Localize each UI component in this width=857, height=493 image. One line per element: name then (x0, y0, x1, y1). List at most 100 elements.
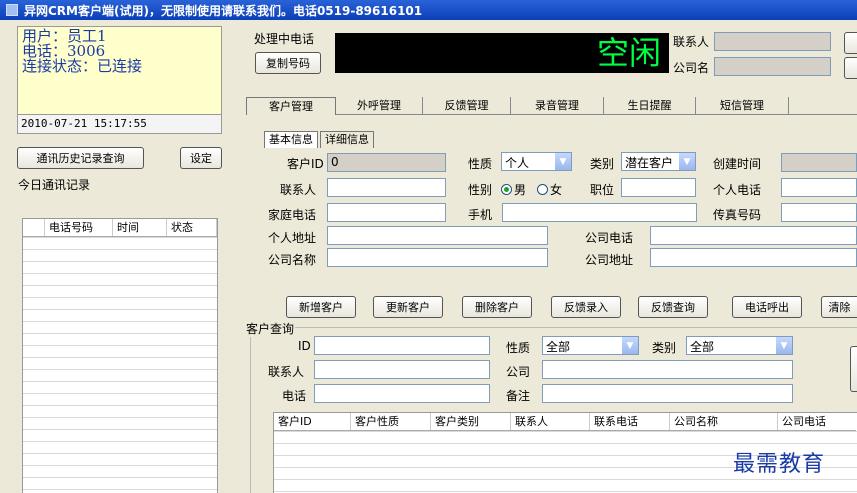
col-customer-id[interactable]: 客户ID (274, 413, 351, 430)
subtab-basic-info[interactable]: 基本信息 (264, 131, 318, 148)
created-time-label: 创建时间 (713, 157, 762, 171)
personal-phone-label: 个人电话 (713, 183, 762, 197)
header-company-field (714, 57, 831, 76)
today-records-title: 今日通讯记录 (18, 178, 91, 192)
company-name-field[interactable] (327, 248, 548, 267)
query-category-label: 类别 (652, 341, 677, 355)
delete-customer-button[interactable]: 删除客户 (462, 296, 532, 318)
phone-call-out-button[interactable]: 电话呼出 (732, 296, 802, 318)
gender-female-radio[interactable]: 女 (537, 181, 562, 198)
customer-id-field: 0 (327, 153, 446, 172)
query-company-label: 公司 (506, 365, 531, 379)
feedback-query-button[interactable]: 反馈查询 (638, 296, 708, 318)
query-phone-field[interactable] (314, 384, 490, 403)
gender-male-radio[interactable]: 男 (501, 181, 526, 198)
company-phone-field[interactable] (650, 226, 857, 245)
left-panel: 用户：员工1 电话：3006 连接状态：已连接 2010-07-21 15:17… (0, 20, 240, 493)
clear-button[interactable]: 清除 (821, 296, 857, 318)
query-table-header: 客户ID 客户性质 客户类别 联系人 联系电话 公司名称 公司电话 (274, 413, 856, 431)
mobile-label: 手机 (468, 208, 493, 222)
query-category-value: 全部 (690, 340, 715, 354)
col-contact[interactable]: 联系人 (511, 413, 590, 430)
home-phone-field[interactable] (327, 203, 446, 222)
nature-label: 性质 (468, 157, 493, 171)
personal-address-field[interactable] (327, 226, 548, 245)
sub-tabs: 基本信息 详细信息 (264, 131, 376, 148)
personal-phone-field[interactable] (781, 178, 857, 197)
col-company-name[interactable]: 公司名称 (670, 413, 778, 430)
query-nature-value: 全部 (546, 340, 571, 354)
header-top-button[interactable] (844, 32, 857, 54)
add-customer-button[interactable]: 新增客户 (286, 296, 356, 318)
call-table-header: 电话号码 时间 状态 (23, 219, 217, 237)
query-id-label: ID (298, 339, 311, 353)
update-customer-button[interactable]: 更新客户 (373, 296, 443, 318)
connection-status: 连接状态：已连接 (22, 57, 143, 75)
query-company-field[interactable] (542, 360, 793, 379)
position-label: 职位 (590, 183, 615, 197)
user-info-box: 用户：员工1 电话：3006 连接状态：已连接 (17, 26, 222, 122)
header-contact-field (714, 32, 831, 51)
company-phone-label: 公司电话 (585, 231, 634, 245)
personal-address-label: 个人地址 (268, 231, 317, 245)
query-contact-field[interactable] (314, 360, 490, 379)
radio-selected-icon (501, 184, 512, 195)
call-table-body (23, 237, 217, 493)
nature-select[interactable]: 个人 ▼ (501, 152, 572, 171)
query-contact-label: 联系人 (268, 365, 305, 379)
feedback-entry-button[interactable]: 反馈录入 (551, 296, 621, 318)
col-company-phone[interactable]: 公司电话 (778, 413, 856, 430)
fax-label: 传真号码 (713, 208, 762, 222)
subtab-detail-info[interactable]: 详细信息 (320, 131, 374, 148)
header-company-label: 公司名 (673, 61, 710, 75)
category-select-value: 潜在客户 (625, 156, 674, 170)
history-query-button[interactable]: 通讯历史记录查询 (17, 147, 144, 169)
query-nature-label: 性质 (506, 341, 531, 355)
main-tabs: 客户管理 外呼管理 反馈管理 录音管理 生日提醒 短信管理 (246, 97, 857, 115)
title-bar: 异网CRM客户端(试用)，无限制使用请联系我们。电话0519-89616101 (0, 0, 857, 20)
tab-birthday-reminder[interactable]: 生日提醒 (604, 97, 696, 115)
radio-icon (537, 184, 548, 195)
tab-customer-management[interactable]: 客户管理 (246, 97, 336, 115)
query-remark-label: 备注 (506, 389, 531, 403)
right-panel: 处理中电话 复制号码 空闲 联系人 公司名 客户管理 外呼管理 反馈管理 录音管… (240, 20, 857, 493)
company-address-label: 公司地址 (585, 253, 634, 267)
created-time-field (781, 153, 857, 172)
category-select[interactable]: 潜在客户 ▼ (621, 152, 696, 171)
fax-field[interactable] (781, 203, 857, 222)
call-status-text: 空闲 (596, 34, 661, 72)
col-customer-category[interactable]: 客户类别 (431, 413, 511, 430)
col-contact-phone[interactable]: 联系电话 (590, 413, 670, 430)
tab-outbound-management[interactable]: 外呼管理 (336, 97, 423, 115)
contact-field[interactable] (327, 178, 446, 197)
call-record-table: 电话号码 时间 状态 (22, 218, 218, 493)
query-id-field[interactable] (314, 336, 490, 355)
header-contact-label: 联系人 (673, 35, 710, 49)
gender-label: 性别 (468, 183, 493, 197)
copy-number-button[interactable]: 复制号码 (255, 52, 321, 74)
tab-sms-management[interactable]: 短信管理 (696, 97, 789, 115)
query-nature-select[interactable]: 全部 ▼ (542, 336, 639, 355)
query-category-select[interactable]: 全部 ▼ (686, 336, 793, 355)
processing-call-label: 处理中电话 (254, 32, 315, 46)
call-status-display: 空闲 (335, 33, 669, 73)
mobile-field[interactable] (502, 203, 697, 222)
col-phone-number[interactable]: 电话号码 (45, 219, 113, 236)
tab-recording-management[interactable]: 录音管理 (511, 97, 604, 115)
header-bottom-button[interactable] (844, 57, 857, 79)
company-address-field[interactable] (650, 248, 857, 267)
contact-label: 联系人 (280, 183, 317, 197)
chevron-down-icon: ▼ (776, 337, 792, 354)
query-search-button[interactable] (850, 346, 857, 392)
col-customer-nature[interactable]: 客户性质 (351, 413, 431, 430)
chevron-down-icon: ▼ (679, 153, 695, 170)
query-remark-field[interactable] (542, 384, 793, 403)
col-status[interactable]: 状态 (167, 219, 217, 236)
nature-select-value: 个人 (505, 156, 530, 170)
settings-button[interactable]: 设定 (180, 147, 222, 169)
query-phone-label: 电话 (282, 389, 307, 403)
tab-feedback-management[interactable]: 反馈管理 (423, 97, 511, 115)
col-time[interactable]: 时间 (113, 219, 167, 236)
app-icon (6, 4, 18, 16)
position-field[interactable] (621, 178, 696, 197)
